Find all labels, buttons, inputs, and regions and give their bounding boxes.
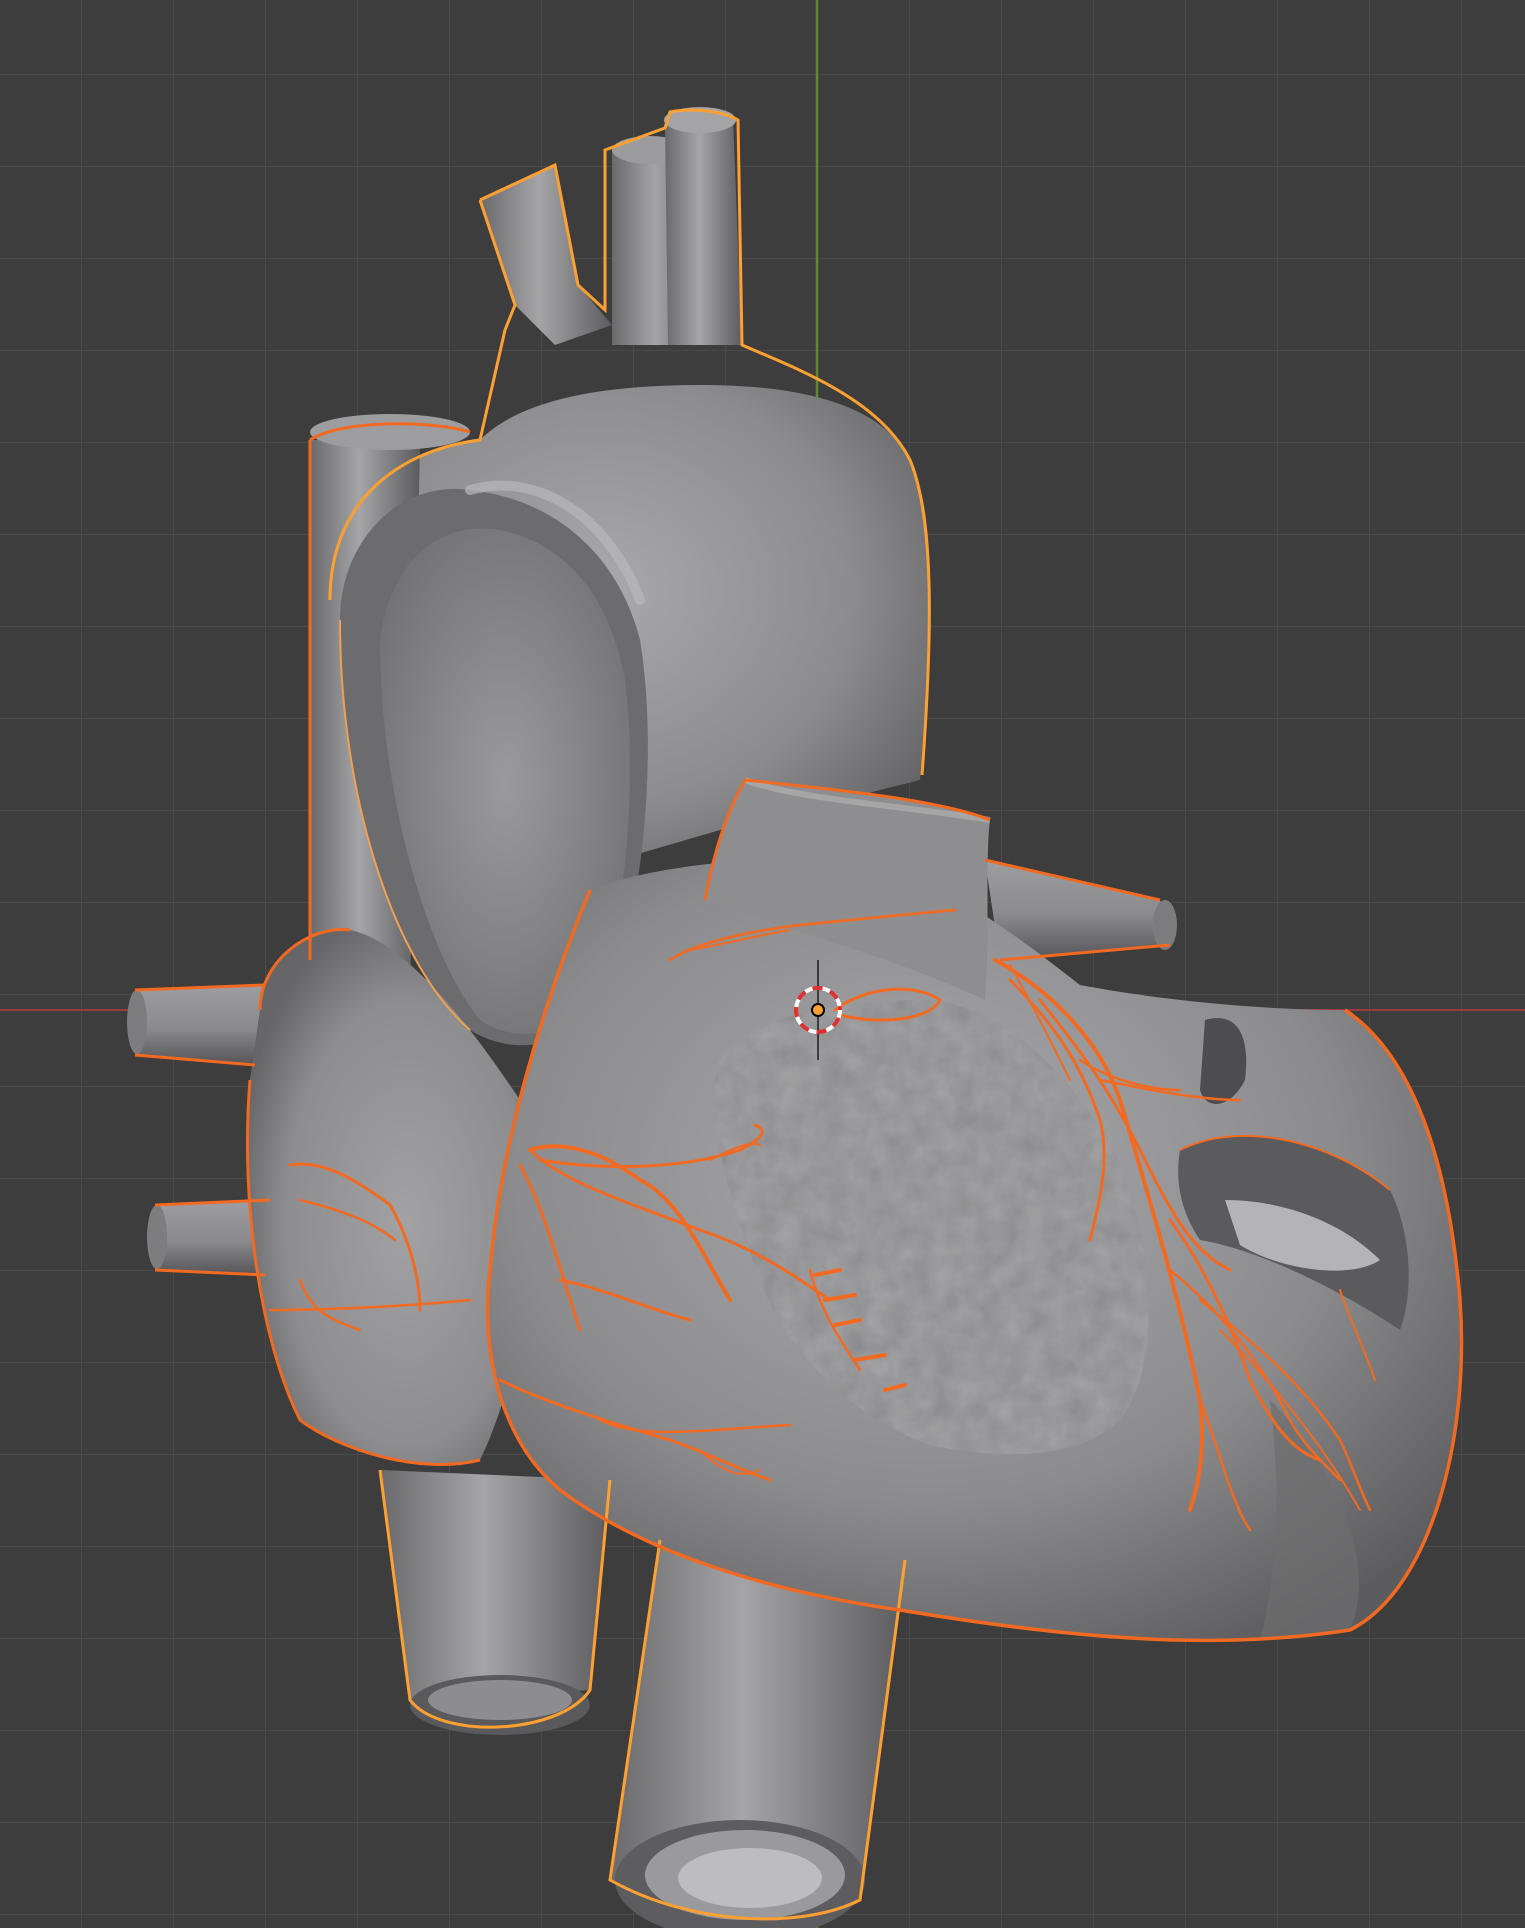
viewport-canvas[interactable] bbox=[0, 0, 1525, 1928]
3d-viewport[interactable] bbox=[0, 0, 1525, 1928]
object-origin-icon bbox=[811, 1003, 825, 1017]
